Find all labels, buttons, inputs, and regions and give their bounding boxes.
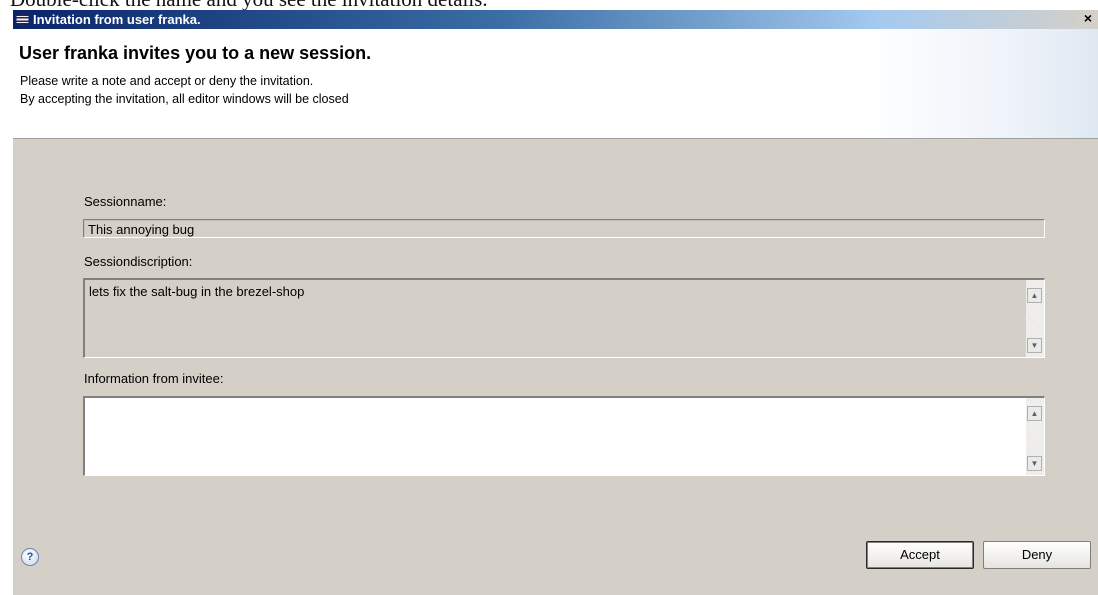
scroll-up-arrow-icon[interactable]: ▲ bbox=[1027, 288, 1042, 303]
close-button[interactable]: × bbox=[1081, 11, 1095, 26]
scroll-down-arrow-icon[interactable]: ▼ bbox=[1027, 456, 1042, 471]
scroll-down-arrow-icon[interactable]: ▼ bbox=[1027, 338, 1042, 353]
window-title: Invitation from user franka. bbox=[33, 12, 201, 27]
sessiondescription-text: lets fix the salt-bug in the brezel-shop bbox=[89, 284, 305, 299]
sessionname-label: Sessionname: bbox=[84, 194, 167, 209]
sessiondescription-label: Sessiondiscription: bbox=[84, 254, 193, 269]
accept-button[interactable]: Accept bbox=[866, 541, 974, 569]
title-bar[interactable]: Invitation from user franka. × bbox=[13, 10, 1098, 29]
eclipse-icon bbox=[16, 13, 29, 26]
document-caption: Double-click the name and you see the in… bbox=[10, 0, 1090, 10]
dialog-banner: User franka invites you to a new session… bbox=[13, 29, 1098, 139]
deny-button[interactable]: Deny bbox=[983, 541, 1091, 569]
invitee-info-label: Information from invitee: bbox=[84, 371, 224, 386]
sessiondescription-textarea[interactable]: lets fix the salt-bug in the brezel-shop… bbox=[83, 278, 1045, 358]
help-icon[interactable]: ? bbox=[21, 548, 39, 566]
invitation-dialog: Invitation from user franka. × User fran… bbox=[12, 10, 1098, 595]
description-scrollbar[interactable]: ▲ ▼ bbox=[1026, 280, 1044, 357]
scroll-up-arrow-icon[interactable]: ▲ bbox=[1027, 406, 1042, 421]
banner-description-line1: Please write a note and accept or deny t… bbox=[20, 74, 314, 88]
banner-heading: User franka invites you to a new session… bbox=[19, 43, 372, 63]
banner-description-line2: By accepting the invitation, all editor … bbox=[20, 92, 349, 106]
invitee-info-textarea[interactable]: ▲ ▼ bbox=[83, 396, 1045, 476]
info-scrollbar[interactable]: ▲ ▼ bbox=[1026, 398, 1044, 475]
sessionname-field[interactable]: This annoying bug bbox=[83, 219, 1045, 238]
